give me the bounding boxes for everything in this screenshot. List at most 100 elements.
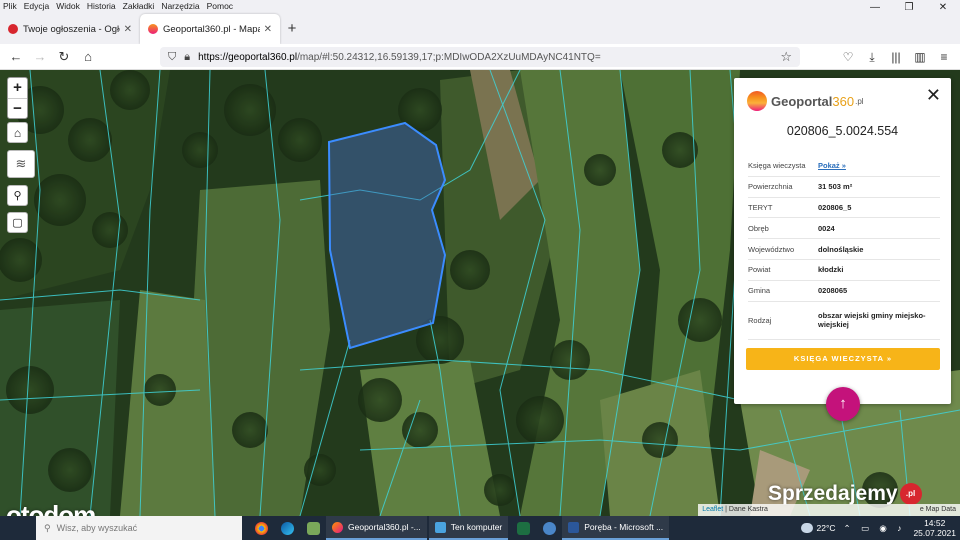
attr-key: Obręb: [748, 223, 769, 233]
map-view[interactable]: + − ⌂ ≋ ⚲ ▢ Geoportal 360 .pl ✕ 020806_5…: [0, 70, 960, 516]
sidebar-icon[interactable]: ▥: [908, 50, 932, 64]
land-register-button[interactable]: KSIĘGA WIECZYSTA »: [746, 348, 940, 370]
layers-icon[interactable]: ≋: [7, 150, 35, 178]
attr-key: Rodzaj: [748, 315, 772, 325]
reload-icon[interactable]: ↻: [52, 49, 76, 65]
show-land-register-link[interactable]: Pokaż »: [818, 158, 940, 173]
taskbar-apps: Geoportal360.pl -... Ten komputer Poręba…: [248, 516, 671, 540]
task-label: Poręba - Microsoft ...: [584, 522, 664, 532]
attr-row: TERYT 020806_5: [748, 198, 940, 219]
search-icon: ⚲: [44, 522, 51, 533]
url-bar[interactable]: ⛉ 🔒︎ https://geoportal360.pl/map/#l:50.2…: [160, 47, 800, 67]
forward-icon[interactable]: →: [28, 49, 52, 64]
tab-title: Twoje ogłoszenia - Ogłoszenia: [23, 23, 120, 35]
logo-icon: [747, 91, 767, 111]
menu-tools[interactable]: Narzędzia: [161, 1, 199, 11]
watermark-text: Sprzedajemy: [768, 482, 898, 505]
new-tab-icon[interactable]: +: [280, 14, 304, 44]
lock-icon[interactable]: 🔒︎: [184, 51, 190, 64]
tab-geoportal[interactable]: Geoportal360.pl - Mapa Interak ✕: [140, 14, 280, 44]
weather-widget[interactable]: 22°C: [800, 523, 836, 533]
system-tray: 22°C ⌃ ▭ ◉ ♪ 14:52 25.07.2021: [800, 516, 956, 540]
menu-bookmarks[interactable]: Zakładki: [123, 1, 155, 11]
selected-parcel[interactable]: [327, 121, 447, 350]
back-icon[interactable]: ←: [4, 49, 28, 64]
close-panel-icon[interactable]: ✕: [926, 86, 941, 104]
menu-view[interactable]: Widok: [56, 1, 80, 11]
menu-help[interactable]: Pomoc: [207, 1, 233, 11]
otodom-watermark: otodom: [6, 500, 96, 516]
sprzedajemy-watermark: Sprzedajemy .pl: [768, 482, 922, 506]
attr-key: Księga wieczysta: [748, 161, 806, 171]
navigation-bar: ← → ↻ ⌂ ⛉ 🔒︎ https://geoportal360.pl/map…: [0, 44, 960, 70]
search-icon[interactable]: ⚲: [7, 185, 28, 206]
toolbar-right: ♡ ⤓ ||| ▥ ≡: [836, 44, 956, 70]
bookmark-star-icon[interactable]: ☆: [780, 49, 792, 65]
menu-bar: Plik Edycja Widok Historia Zakładki Narz…: [0, 0, 960, 12]
logo-name: Geoportal: [771, 93, 833, 109]
home-icon[interactable]: ⌂: [76, 49, 100, 64]
attr-row: Rodzaj obszar wiejski gminy miejsko-wiej…: [748, 302, 940, 340]
pocket-icon[interactable]: ♡: [836, 50, 860, 64]
chrome-alt-icon[interactable]: [536, 516, 562, 540]
attr-value: kłodzki: [818, 265, 844, 275]
attr-row: Księga wieczysta Pokaż »: [748, 156, 940, 177]
home-extent-icon[interactable]: ⌂: [7, 122, 28, 143]
edge-icon[interactable]: [274, 516, 300, 540]
library-icon[interactable]: |||: [884, 50, 908, 64]
task-firefox[interactable]: Geoportal360.pl -...: [326, 516, 427, 540]
shield-icon[interactable]: ⛉: [168, 51, 176, 64]
attr-value: 31 503 m²: [818, 182, 853, 192]
task-explorer[interactable]: Ten komputer: [428, 516, 509, 540]
attr-key: Powierzchnia: [748, 182, 793, 192]
attr-value: 0024: [818, 223, 835, 233]
watermark-badge: .pl: [899, 483, 922, 505]
task-word[interactable]: Poręba - Microsoft ...: [562, 516, 670, 540]
leaflet-link[interactable]: Leaflet: [702, 506, 723, 513]
task-label: Geoportal360.pl -...: [348, 522, 421, 532]
attr-row: Województwo dolnośląskie: [748, 239, 940, 260]
taskbar: ⚲ Wisz, aby wyszukać Geoportal360.pl -..…: [0, 516, 960, 540]
excel-icon[interactable]: [510, 516, 536, 540]
app-menu-icon[interactable]: ≡: [932, 50, 956, 64]
downloads-icon[interactable]: ⤓: [860, 50, 884, 65]
attr-value: obszar wiejski gminy miejsko-wiejskiej: [818, 311, 926, 330]
otodom-favicon-icon: [8, 24, 18, 34]
geoportal-logo: Geoportal 360 .pl: [747, 91, 864, 111]
zoom-in-button[interactable]: +: [8, 78, 27, 98]
menu-history[interactable]: Historia: [87, 1, 116, 11]
arrow-up-icon: ↑: [839, 395, 847, 412]
attr-value: 020806_5: [818, 202, 852, 212]
attr-row: Obręb 0024: [748, 218, 940, 240]
task-label: Ten komputer: [450, 522, 503, 532]
close-tab-icon[interactable]: ✕: [124, 24, 132, 35]
taskbar-search[interactable]: ⚲ Wisz, aby wyszukać: [36, 516, 242, 540]
tab-bar: Twoje ogłoszenia - Ogłoszenia ✕ Geoporta…: [0, 12, 960, 44]
attr-row: Powiat kłodzki: [748, 260, 940, 281]
app-icon[interactable]: [300, 516, 326, 540]
attr-row: Powierzchnia 31 503 m²: [748, 177, 940, 198]
menu-file[interactable]: Plik: [3, 1, 17, 11]
clock-time: 14:52: [924, 518, 946, 528]
logo-number: 360: [832, 93, 855, 109]
measure-area-icon[interactable]: ▢: [7, 212, 28, 233]
attribution-tail: e Map Data: [919, 506, 956, 513]
clock-date: 25.07.2021: [913, 528, 956, 538]
zoom-out-button[interactable]: −: [8, 98, 27, 118]
zoom-control: + −: [7, 77, 28, 119]
close-tab-icon[interactable]: ✕: [264, 24, 272, 35]
attr-key: Województwo: [748, 244, 795, 254]
menu-edit[interactable]: Edycja: [24, 1, 50, 11]
search-placeholder: Wisz, aby wyszukać: [56, 523, 138, 533]
attr-key: Powiat: [748, 265, 771, 275]
map-attribution: Leaflet | Dane Kastra e Map Data: [698, 504, 960, 516]
tab-otodom[interactable]: Twoje ogłoszenia - Ogłoszenia ✕: [0, 14, 140, 44]
scroll-up-button[interactable]: ↑: [826, 387, 860, 421]
attr-value: 0208065: [818, 286, 848, 296]
tray-icons[interactable]: ⌃ ▭ ◉ ♪: [844, 523, 906, 534]
attr-row: Gmina 0208065: [748, 281, 940, 302]
clock[interactable]: 14:52 25.07.2021: [913, 518, 956, 538]
attr-key: TERYT: [748, 202, 773, 212]
chrome-icon[interactable]: [248, 516, 274, 540]
logo-tld: .pl: [855, 96, 864, 106]
